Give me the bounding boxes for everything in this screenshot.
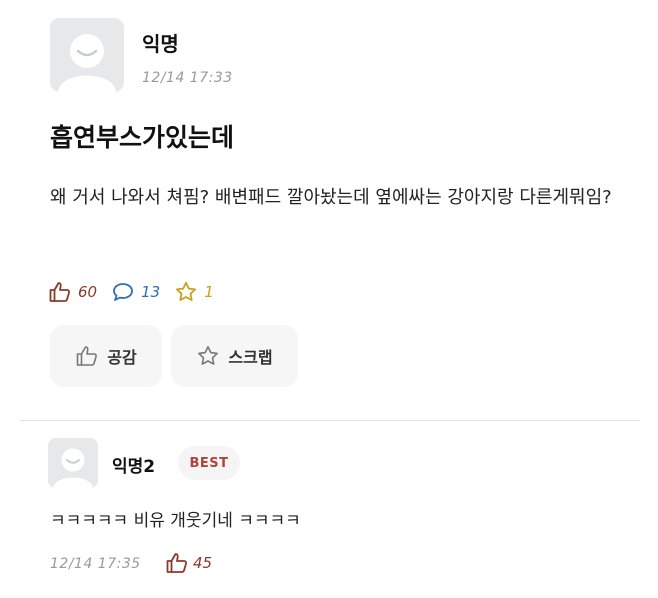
comment-timestamp: 12/14 17:35 bbox=[50, 556, 141, 572]
comment-count-stat: 13 bbox=[111, 280, 160, 304]
thumbs-up-icon bbox=[166, 553, 188, 573]
thumbs-up-icon bbox=[76, 346, 98, 366]
comment-author-avatar[interactable] bbox=[48, 438, 98, 488]
scrap-button[interactable]: 스크랩 bbox=[171, 325, 298, 387]
like-count: 60 bbox=[78, 283, 98, 301]
like-count-stat: 60 bbox=[48, 280, 97, 304]
scrap-count-stat: 1 bbox=[174, 280, 214, 304]
like-button[interactable]: 공감 bbox=[50, 325, 162, 387]
star-icon bbox=[198, 346, 219, 365]
post-title: 흡연부스가있는데 bbox=[50, 123, 235, 152]
post-timestamp: 12/14 17:33 bbox=[142, 70, 233, 86]
comment-count: 13 bbox=[141, 283, 161, 301]
post-body: 왜 거서 나와서 쳐핌? 배변패드 깔아놨는데 옆에싸는 강아지랑 다른게뭐임? bbox=[50, 187, 612, 208]
author-avatar[interactable] bbox=[50, 18, 124, 92]
comment-like-button[interactable]: 45 bbox=[165, 551, 212, 575]
comment-author-name: 익명2 bbox=[112, 457, 156, 477]
like-button-label: 공감 bbox=[107, 348, 137, 367]
default-avatar-icon bbox=[48, 438, 98, 488]
best-badge: BEST bbox=[178, 446, 240, 480]
thumbs-up-icon bbox=[49, 282, 71, 302]
post-stats: 60 13 1 bbox=[48, 280, 228, 304]
comment-like-count: 45 bbox=[193, 554, 213, 572]
author-name: 익명 bbox=[142, 32, 179, 56]
star-icon bbox=[176, 281, 197, 301]
default-avatar-icon bbox=[50, 18, 124, 92]
scrap-button-label: 스크랩 bbox=[228, 348, 273, 367]
scrap-count: 1 bbox=[204, 283, 214, 301]
comment-text: ㅋㅋㅋㅋㅋ 비유 개웃기네 ㅋㅋㅋㅋ bbox=[50, 511, 301, 531]
divider bbox=[20, 420, 640, 421]
speech-bubble-icon bbox=[113, 283, 133, 301]
